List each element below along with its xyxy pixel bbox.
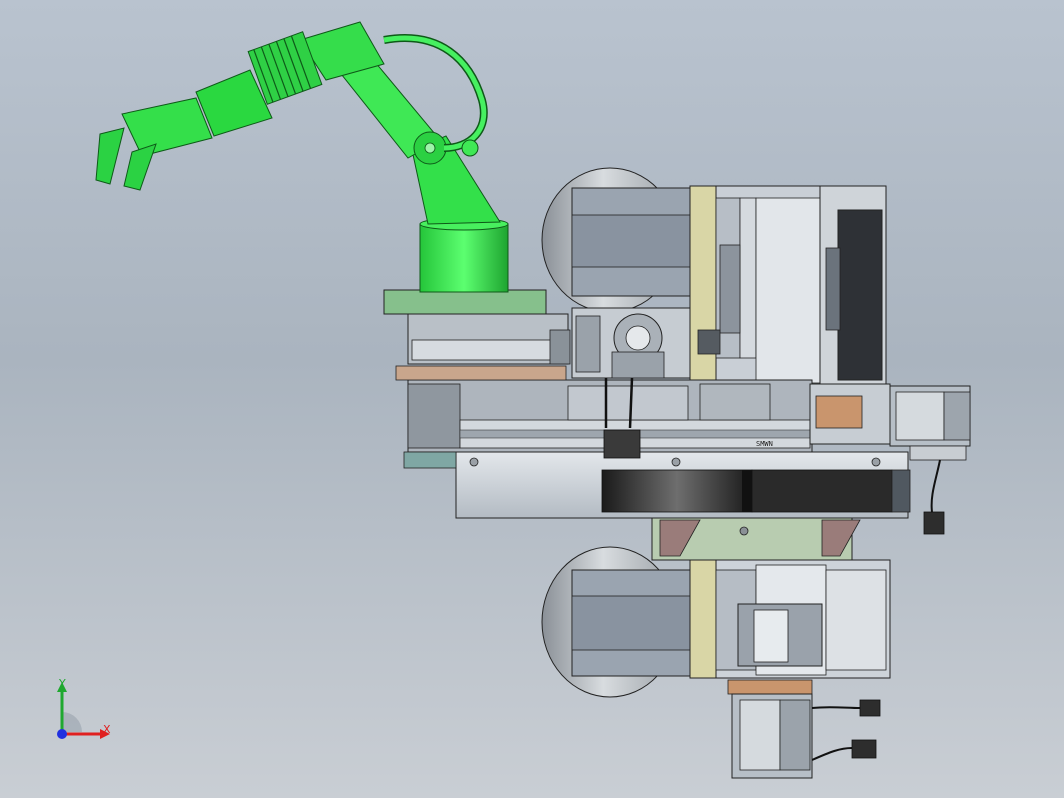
arm-base[interactable]: [419, 217, 509, 293]
axis-y-label: Y: [59, 677, 66, 690]
base-plate[interactable]: [383, 289, 571, 365]
cable-connectors[interactable]: [811, 699, 881, 761]
lower-vertical-module[interactable]: [689, 559, 891, 679]
stage-label: SMWN: [756, 440, 773, 448]
lower-servo-motor[interactable]: [727, 679, 813, 779]
upper-idler-wheel[interactable]: [541, 167, 693, 313]
lower-idler-wheel[interactable]: [541, 546, 693, 698]
axis-x-label: X: [103, 723, 111, 736]
triad-z-axis: [57, 729, 67, 739]
upper-vertical-module[interactable]: [689, 185, 887, 385]
belt-housing[interactable]: [651, 517, 861, 561]
robot-arm[interactable]: [95, 21, 501, 225]
graphics-viewport[interactable]: SMWN X Y: [0, 0, 1064, 798]
assembly-model[interactable]: SMWN: [0, 0, 1064, 798]
coordinate-triad: [57, 682, 110, 739]
main-platform[interactable]: [455, 451, 911, 519]
